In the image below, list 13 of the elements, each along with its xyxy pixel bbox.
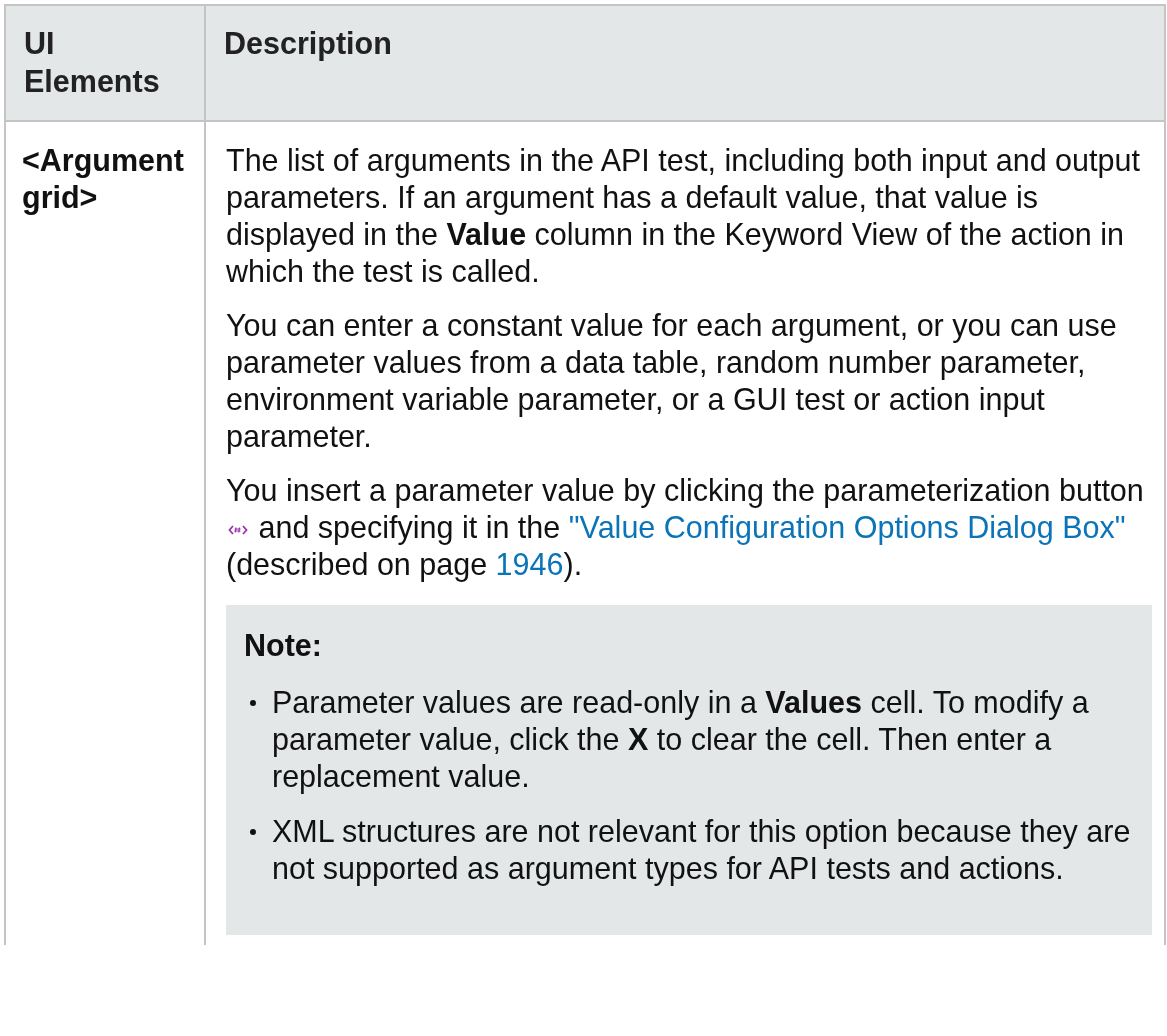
note-title: Note: xyxy=(244,627,323,664)
bullet-icon xyxy=(250,700,256,706)
note-item: Parameter values are read-only in a Values cell. To modify a parameter value, click the X to clear the cell. Then enter a replacement value. xyxy=(272,684,1090,795)
ui-element-name: <Argument grid> xyxy=(22,143,184,214)
description-paragraph: You can enter a constant value for each argument, or you can use parameter values from a data table, random number parameter, environment variable parameter, or a GUI test or action input parameter. xyxy=(226,307,1118,455)
description-paragraph: The list of arguments in the API test, including both input and output parameters. If an argument has a default value, that value is displayed in the Value column in the Keyword View of the action in which the test is called. xyxy=(226,142,1141,290)
column-header: Description xyxy=(205,5,1165,121)
column-header: UI Elements xyxy=(5,5,205,121)
description-paragraph: You insert a parameter value by clicking the parameterization button and specifying it in the "Value Configuration Options Dialog Box" (described on page 1946). xyxy=(226,472,1145,583)
note-item: XML structures are not relevant for this option because they are not supported as argument types for API tests and actions. xyxy=(272,813,1132,887)
link[interactable]: 1946 xyxy=(495,547,564,581)
link[interactable]: "Value Configuration Options Dialog Box" xyxy=(568,510,1126,544)
bullet-icon xyxy=(250,829,256,835)
